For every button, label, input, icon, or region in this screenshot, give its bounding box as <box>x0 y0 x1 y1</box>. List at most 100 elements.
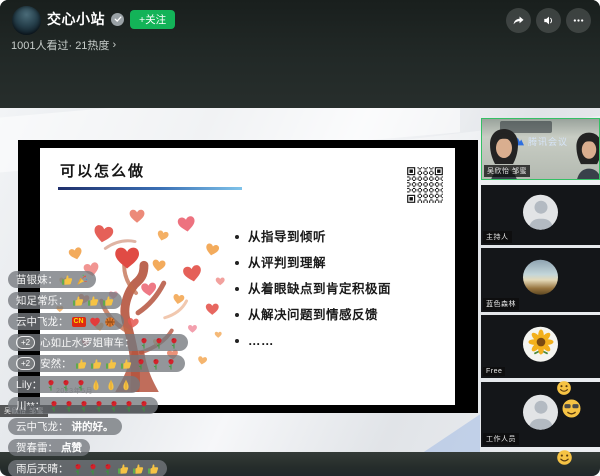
chat-text: 讲的好。 <box>72 419 114 434</box>
chat-message: 云中飞龙：CN <box>8 313 124 330</box>
participant-avatar <box>523 260 558 295</box>
rose-icon <box>78 400 90 412</box>
thumbs-icon <box>102 295 114 307</box>
viewer-stats[interactable]: 1001人看过· 21热度 › <box>11 37 116 53</box>
rose-icon <box>72 463 84 475</box>
rose-icon <box>48 400 60 412</box>
chat-username: 云中飞龙： <box>16 314 69 329</box>
chat-message: 知足常乐： <box>8 292 122 309</box>
slide-bullet: …… <box>248 334 391 348</box>
rose-icon <box>60 379 72 391</box>
person-silhouette-icon <box>529 418 553 429</box>
rose-icon <box>93 400 105 412</box>
slide-bullet: 从解决问题到情感反馈 <box>248 308 391 322</box>
rose-icon <box>123 400 135 412</box>
rose-icon <box>75 379 87 391</box>
person-silhouette-icon <box>534 201 547 214</box>
thumbs-icon <box>117 463 129 475</box>
chat-message: Lily： <box>8 376 140 393</box>
chat-message: 川**： <box>8 397 158 414</box>
participant-tile: 蓝色森林 <box>481 248 600 312</box>
pray-icon <box>120 379 132 391</box>
participants-column: 腾讯会议吴欣怡 邹蜜主持人蓝色森林 Free 工作人员 <box>481 118 600 447</box>
follow-button-label: +关注 <box>139 12 166 27</box>
tencent-meeting-label: 腾讯会议 <box>528 135 568 148</box>
pray-icon <box>90 379 102 391</box>
participant-avatar <box>523 326 558 361</box>
thumbs-icon <box>120 358 132 370</box>
thumbs-icon <box>132 463 144 475</box>
chat-username: 心如止水罗姐审车： <box>40 335 135 350</box>
verified-badge-icon <box>111 13 124 26</box>
heart-icon <box>89 316 101 328</box>
participant-name: 主持人 <box>483 231 512 243</box>
chat-text: 点赞 <box>61 440 82 455</box>
header-actions <box>506 8 591 33</box>
thumbs-icon <box>90 358 102 370</box>
slide-bullet: 从着眼缺点到肯定积极面 <box>248 282 391 296</box>
slide-bullet: 从指导到倾听 <box>248 230 391 244</box>
cn-flag-icon: CN <box>72 317 86 327</box>
volume-icon <box>542 14 555 27</box>
rose-icon <box>165 358 177 370</box>
channel-avatar[interactable] <box>12 6 41 35</box>
rose-icon <box>150 358 162 370</box>
follow-button[interactable]: +关注 <box>130 10 175 29</box>
participant-tile: 腾讯会议吴欣怡 邹蜜 <box>481 118 600 180</box>
participant-tile: 工作人员 <box>481 382 600 447</box>
chat-message: 云中飞龙：讲的好。 <box>8 418 122 435</box>
person-silhouette-icon <box>534 400 547 413</box>
rose-icon <box>135 358 147 370</box>
viewer-stats-text: 1001人看过· 21热度 <box>11 37 109 53</box>
share-icon <box>512 14 525 27</box>
header: 交心小站 +关注 1001人看过· 21热度 › <box>0 0 600 108</box>
combo-badge: +2 <box>16 336 35 349</box>
chat-message: 苗银妹： <box>8 271 96 288</box>
person-silhouette-icon <box>529 219 553 230</box>
qr-code <box>406 166 444 204</box>
rose-icon <box>63 400 75 412</box>
thumbs-icon <box>105 358 117 370</box>
participant-name: Free <box>483 367 505 376</box>
thumbs-icon <box>72 295 84 307</box>
rose-icon <box>138 400 150 412</box>
participant-name: 吴欣怡 邹蜜 <box>484 165 530 177</box>
more-icon <box>572 14 585 27</box>
rose-icon <box>45 379 57 391</box>
thumbs-icon <box>87 295 99 307</box>
chat-username: 贺春雷： <box>16 440 58 455</box>
chat-message: +2安然： <box>8 355 185 372</box>
chat-overlay: 苗银妹：知足常乐：云中飞龙：CN+2心如止水罗姐审车：+2安然：Lily：川**… <box>8 271 188 476</box>
participant-tile: 主持人 <box>481 185 600 245</box>
slide-bullet: 从评判到理解 <box>248 256 391 270</box>
volume-button[interactable] <box>536 8 561 33</box>
chat-username: 云中飞龙： <box>16 419 69 434</box>
chat-message: 雨后天晴： <box>8 460 167 476</box>
thumbs-icon <box>61 274 73 286</box>
thumbs-icon <box>147 463 159 475</box>
chevron-right-icon: › <box>112 39 116 51</box>
rose-icon <box>102 463 114 475</box>
slide-bullets: 从指导到倾听从评判到理解从着眼缺点到肯定积极面从解决问题到情感反馈 …… <box>232 230 391 360</box>
slide-title: 可以怎么做 <box>60 160 145 181</box>
rose-icon <box>108 400 120 412</box>
participant-avatar <box>523 394 558 429</box>
rose-icon <box>87 463 99 475</box>
chat-message: +2 心如止水罗姐审车： <box>8 334 188 351</box>
more-button[interactable] <box>566 8 591 33</box>
thumbs-icon <box>75 358 87 370</box>
speaker-person <box>571 129 600 179</box>
chat-username: 川**： <box>16 398 45 413</box>
pray-icon <box>105 379 117 391</box>
chat-message: 贺春雷：点赞 <box>8 439 90 456</box>
live-stream-screen: 交心小站 +关注 1001人看过· 21热度 › <box>0 0 600 476</box>
participant-avatar <box>523 195 558 230</box>
share-button[interactable] <box>506 8 531 33</box>
title-underline <box>58 187 242 190</box>
rose-icon <box>138 337 150 349</box>
channel-name: 交心小站 <box>47 9 105 29</box>
rose-icon <box>168 337 180 349</box>
channel-row: 交心小站 +关注 <box>47 9 175 29</box>
chat-username: Lily： <box>16 377 42 392</box>
chat-username: 知足常乐： <box>16 293 69 308</box>
